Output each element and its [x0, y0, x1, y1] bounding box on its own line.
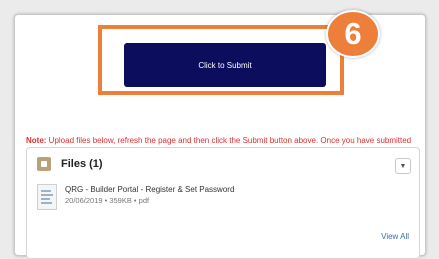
chevron-down-icon: ▼	[399, 162, 407, 170]
files-menu-dropdown[interactable]: ▼	[395, 158, 411, 174]
note-prefix: Note:	[26, 136, 47, 145]
file-folder-icon	[37, 157, 51, 171]
files-card: Files (1) ▼ QRG - Builder Portal - Regis…	[26, 147, 420, 259]
step-badge: 6	[326, 10, 380, 58]
file-list-item[interactable]: QRG - Builder Portal - Register & Set Pa…	[37, 184, 234, 210]
file-meta: 20/06/2019 • 359KB • pdf	[65, 196, 150, 205]
view-all-link[interactable]: View All	[381, 232, 409, 241]
document-icon	[37, 184, 57, 210]
files-header: Files (1)	[37, 157, 103, 171]
submit-button[interactable]: Click to Submit	[124, 43, 326, 87]
file-name[interactable]: QRG - Builder Portal - Register & Set Pa…	[65, 184, 234, 195]
files-title[interactable]: Files (1)	[61, 158, 103, 170]
